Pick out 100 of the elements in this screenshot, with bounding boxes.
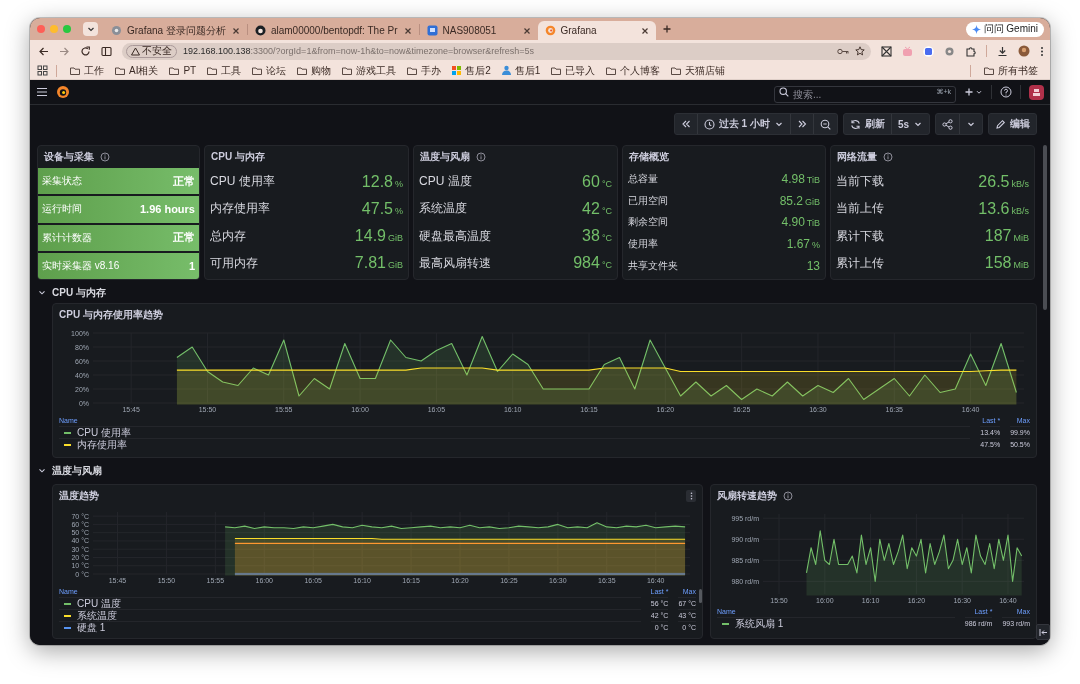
kebab-icon [689,491,693,500]
back-icon[interactable] [38,45,49,57]
avatar-icon[interactable] [1029,84,1044,100]
puzzle-icon[interactable] [965,45,976,57]
metric-value: 4.90 [781,215,805,230]
square-logo-icon [426,25,438,36]
scrollbar-thumb[interactable] [1043,145,1047,310]
browser-tab[interactable]: NAS908051 [419,21,538,40]
metric-label: 硬盘最高温度 [419,227,491,245]
metric-value: 12.8 [361,172,393,191]
address-bar[interactable]: 不安全 192.168.100.138:3300/?orgId=1&from=now-1h&to=now&timezone=browser&refresh=5s [122,42,871,60]
browser-tab[interactable]: alam00000/bentopdf: The Pr [247,21,419,40]
plus-icon[interactable] [964,87,974,97]
metric-label: CPU 使用率 [210,173,275,191]
metric-label: 累计上传 [836,254,884,272]
metric-value: 158 [984,254,1012,273]
close-icon[interactable] [402,25,413,36]
unit-label: % [395,205,403,216]
bookmark[interactable]: 售后1 [496,63,545,78]
folder-icon [406,65,419,76]
status-value: 1.96 hours [139,203,195,216]
folder-icon [341,65,354,76]
series-name[interactable]: CPU 使用率 [77,427,131,438]
unit-label: % [812,240,820,251]
panel-title: CPU 与内存 [211,150,265,164]
folder-icon [983,65,995,76]
refresh-interval-picker[interactable]: 5s [891,114,929,134]
scrollbar-thumb[interactable] [699,589,702,603]
metric-label: 内存使用率 [210,200,270,218]
metric-value: 1.67 [786,237,810,252]
metric-value: 26.5 [978,172,1010,191]
metric-label: 已用空间 [628,193,668,208]
metric-label: 剩余空间 [628,215,668,230]
metric-value: 7.81 [354,254,386,273]
metric-value: 38 [582,227,600,246]
series-name[interactable]: 系统温度 [77,610,117,621]
bookmark[interactable]: 天猫店铺 [666,63,730,78]
star-icon[interactable] [855,46,865,56]
series-name[interactable]: 内存使用率 [77,439,127,450]
url-text[interactable]: 192.168.100.138:3300/?orgId=1&from=now-1h&to=now&timezone=browser&refresh=5s [183,46,831,56]
menu-icon[interactable] [36,87,48,97]
bookmark[interactable]: 工具 [202,63,246,78]
square-logo-icon[interactable] [923,45,934,57]
close-icon[interactable] [639,25,650,36]
bookmark[interactable]: 已导入 [546,63,600,78]
series-name[interactable]: 系统风扇 1 [735,618,784,629]
download-icon[interactable] [997,45,1008,57]
panel-menu-button[interactable] [686,489,696,502]
status-label: 运行时间 [42,202,82,217]
forward-icon[interactable] [59,45,70,57]
bookmark[interactable]: 手办 [402,63,446,78]
refresh-button[interactable]: 刷新 [843,114,892,134]
add-button[interactable] [964,87,983,97]
close-icon[interactable] [230,25,241,36]
panel-title: 网络流量 [837,150,877,164]
unit-label: MiB [1013,260,1029,271]
series-name[interactable]: 硬盘 1 [77,622,106,633]
clock-icon [703,118,715,130]
apps-icon[interactable] [37,65,48,76]
edit-button[interactable]: 编辑 [989,114,1036,134]
metric-value: 47.5 [361,199,393,218]
pencil-icon [995,118,1006,130]
unit-label: TiB [806,218,820,229]
bookmark[interactable]: 售后2 [447,63,495,78]
help-icon[interactable] [1000,86,1012,98]
reload-icon[interactable] [80,45,91,57]
metric-label: 当前上传 [836,200,884,218]
folder-icon [114,65,126,76]
panel-title: CPU 与内存使用率趋势 [59,307,163,322]
metric-value: 13.6 [978,199,1010,218]
bookmark[interactable]: 个人博客 [601,63,665,78]
close-icon[interactable] [521,25,532,36]
bookmark[interactable]: 工作 [65,63,108,78]
more-icon[interactable] [1040,45,1044,57]
key-icon[interactable] [837,46,849,56]
new-tab-icon[interactable] [661,24,672,34]
bookmark[interactable]: 论坛 [247,63,291,78]
section-title[interactable]: CPU 与内存 [52,286,106,300]
double-chevron-left-icon [680,119,691,129]
metric-label: 总内存 [210,227,246,245]
browser-tab[interactable]: Grafana [537,21,656,40]
unit-label: °C [601,178,612,189]
bookmark[interactable]: 游戏工具 [337,63,401,78]
series-name[interactable]: CPU 温度 [77,598,121,609]
bookmark[interactable]: AI相关 [110,63,163,78]
status-label: 采集状态 [42,174,82,189]
metric-value: 14.9 [354,227,386,246]
share-icon [942,118,953,130]
collapse-button[interactable] [1036,624,1050,640]
unit-label: TiB [806,174,820,185]
section-title[interactable]: 温度与风扇 [52,464,102,478]
bookmark[interactable]: PT [164,63,201,78]
sidebar-icon[interactable] [101,45,112,57]
crossed-square-icon[interactable] [881,45,892,57]
browser-tab[interactable]: Grafana 登录问题分析 [104,21,247,40]
bookmark[interactable]: 购物 [292,63,336,78]
all-bookmarks-button[interactable]: 所有书签 [979,63,1042,78]
metric-label: 共享文件夹 [628,259,678,274]
swirl-logo-icon[interactable] [56,85,70,99]
gemini-button[interactable]: 问问 Gemini [965,21,1044,37]
